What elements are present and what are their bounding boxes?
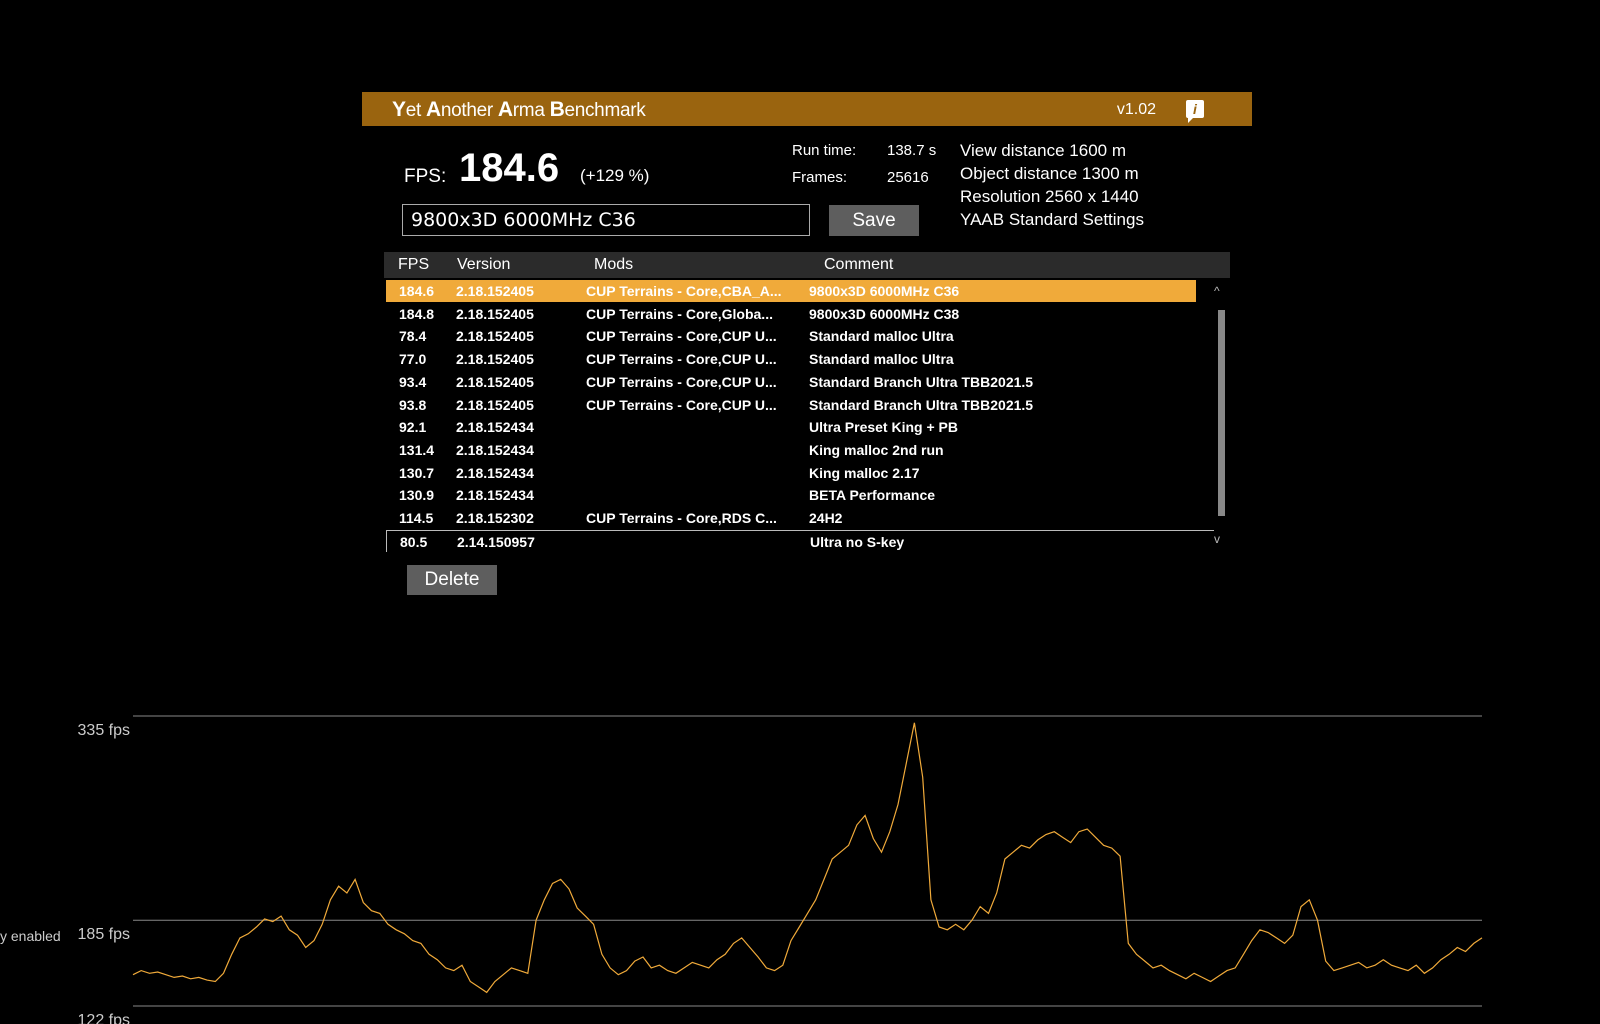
cell-mods: CUP Terrains - Core,CUP U... [586, 351, 777, 368]
run-time-value: 138.7 s [887, 142, 937, 159]
table-row[interactable]: 130.9 2.18.152434 BETA Performance [386, 484, 1196, 506]
y-tick-label: 185 fps [78, 926, 130, 943]
column-header-fps[interactable]: FPS [398, 256, 429, 274]
cell-comment: Standard Branch Ultra TBB2021.5 [809, 396, 1034, 413]
save-button[interactable]: Save [829, 205, 919, 236]
table-header: FPS Version Mods Comment [384, 252, 1230, 278]
cell-mods: CUP Terrains - Core,CUP U... [586, 373, 777, 390]
column-header-mods[interactable]: Mods [594, 256, 633, 274]
cell-version: 2.18.152434 [456, 487, 534, 504]
cell-mods: CUP Terrains - Core,CUP U... [586, 328, 777, 345]
frames-label: Frames: [792, 169, 848, 186]
y-tick-label: 335 fps [78, 722, 130, 739]
cell-fps: 130.7 [399, 464, 435, 481]
title-part: nother [440, 100, 498, 121]
title-part: et [405, 100, 426, 121]
table-row[interactable]: 114.5 2.18.152302 CUP Terrains - Core,RDS … [386, 507, 1196, 529]
table-row[interactable]: 93.8 2.18.152405 CUP Terrains - Core,CUP U… [386, 394, 1196, 416]
table-row[interactable]: 93.4 2.18.152405 CUP Terrains - Core,CUP U… [386, 371, 1196, 393]
table-row[interactable]: 130.7 2.18.152434 King malloc 2.17 [386, 462, 1196, 484]
info-icon[interactable]: i [1186, 100, 1204, 123]
settings-summary: View distance 1600 m Object distance 130… [960, 139, 1144, 231]
cell-version: 2.18.152405 [456, 396, 534, 413]
cell-comment: Ultra no S-key [810, 533, 905, 550]
title-part: enchmark [564, 100, 646, 121]
fps-change: (+129 %) [580, 166, 650, 185]
version-label: v1.02 [1116, 101, 1156, 118]
object-distance: Object distance 1300 m [960, 164, 1139, 183]
cell-comment: King malloc 2.17 [809, 464, 920, 481]
cell-comment: Standard malloc Ultra [809, 328, 954, 345]
chart-grid: 335 fps 185 fps 122 fps [78, 715, 1482, 1024]
cell-comment: 24H2 [809, 510, 843, 526]
frames-value: 25616 [887, 169, 929, 186]
column-header-comment[interactable]: Comment [824, 256, 893, 274]
side-label: y enabled [0, 928, 61, 944]
cell-version: 2.18.152405 [456, 328, 534, 345]
title-initial: A [425, 98, 441, 121]
run-time-label: Run time: [792, 142, 857, 159]
cell-fps: 130.9 [399, 487, 435, 504]
table-row[interactable]: 78.4 2.18.152405 CUP Terrains - Core,CUP U… [386, 325, 1196, 347]
y-tick-label: 122 fps [78, 1012, 130, 1024]
cell-mods: CUP Terrains - Core,RDS C... [586, 510, 777, 526]
title-initial: A [497, 98, 513, 121]
cell-version: 2.18.152405 [456, 305, 534, 322]
resolution: Resolution 2560 x 1440 [960, 187, 1139, 206]
app-title: Yet Another Arma Benchmark [392, 98, 646, 122]
scrollbar-thumb[interactable] [1218, 310, 1225, 516]
cell-version: 2.18.152434 [456, 464, 534, 481]
title-initial: B [549, 98, 565, 121]
fps-series-line [132, 722, 1483, 994]
cell-version: 2.18.152434 [456, 419, 534, 436]
cell-comment: Standard malloc Ultra [809, 351, 954, 368]
cell-comment: 9800x3D 6000MHz C36 [809, 283, 960, 299]
scroll-up-button[interactable]: ^ [1214, 284, 1220, 298]
cell-fps: 131.4 [399, 441, 435, 458]
cell-mods: CUP Terrains - Core,CBA_A... [586, 283, 782, 299]
fps-chart: 335 fps 185 fps 122 fps y enabled [0, 715, 1483, 1024]
cell-fps: 78.4 [399, 328, 427, 345]
fps-value: 184.6 [459, 146, 560, 190]
cell-comment: BETA Performance [809, 487, 936, 504]
cell-fps: 114.5 [399, 510, 434, 526]
cell-comment: Ultra Preset King + PB [809, 419, 958, 436]
title-initial: Y [392, 98, 406, 121]
cell-version: 2.18.152302 [456, 510, 534, 526]
view-distance: View distance 1600 m [960, 141, 1127, 160]
cell-mods: CUP Terrains - Core,CUP U... [586, 396, 777, 413]
fps-label: FPS: [404, 166, 447, 187]
table-row[interactable]: 80.5 2.14.150957 Ultra no S-key [386, 529, 1214, 552]
cell-fps: 92.1 [399, 419, 427, 436]
table-row[interactable]: 184.8 2.18.152405 CUP Terrains - Core,Glob… [386, 303, 1196, 325]
delete-button[interactable]: Delete [407, 565, 497, 595]
cell-version: 2.18.152405 [456, 373, 534, 390]
cell-fps: 184.8 [399, 305, 435, 322]
column-header-version[interactable]: Version [457, 256, 510, 274]
cell-comment: Standard Branch Ultra TBB2021.5 [809, 373, 1034, 390]
table-row[interactable]: 77.0 2.18.152405 CUP Terrains - Core,CUP U… [386, 348, 1196, 370]
cell-fps: 184.6 [399, 283, 435, 299]
title-bar: Yet Another Arma Benchmark v1.02 i [362, 92, 1252, 126]
title-part: rma [512, 100, 550, 121]
cell-version: 2.18.152405 [456, 283, 534, 299]
cell-mods: CUP Terrains - Core,Globa... [586, 305, 773, 322]
cell-fps: 93.4 [399, 373, 427, 390]
table-row[interactable]: 184.6 2.18.152405 CUP Terrains - Core,CBA_… [386, 280, 1196, 302]
results-table: FPS Version Mods Comment 184.6 2.18.15240… [384, 252, 1230, 552]
cell-fps: 80.5 [400, 533, 428, 550]
cell-comment: 9800x3D 6000MHz C38 [809, 305, 960, 322]
run-name-input[interactable] [402, 204, 810, 236]
cell-fps: 93.8 [399, 396, 427, 413]
cell-fps: 77.0 [399, 351, 427, 368]
cell-comment: King malloc 2nd run [809, 441, 944, 458]
settings-preset: YAAB Standard Settings [960, 210, 1144, 229]
cell-version: 2.18.152405 [456, 351, 534, 368]
table-row[interactable]: 131.4 2.18.152434 King malloc 2nd run [386, 439, 1196, 461]
table-row[interactable]: 92.1 2.18.152434 Ultra Preset King + PB [386, 416, 1196, 438]
scroll-down-button[interactable]: v [1214, 532, 1220, 546]
cell-version: 2.18.152434 [456, 441, 534, 458]
cell-version: 2.14.150957 [457, 533, 535, 550]
